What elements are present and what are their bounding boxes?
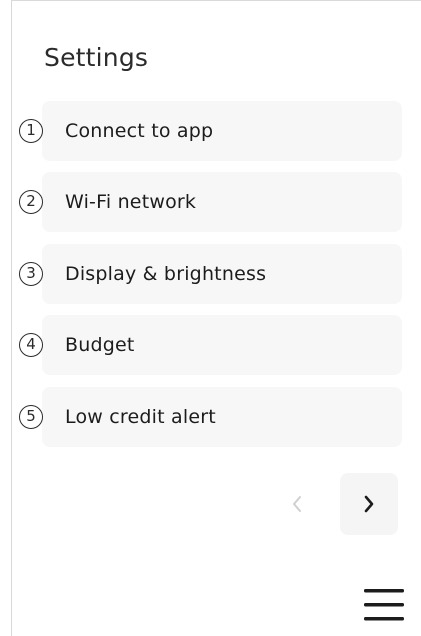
item-number-badge: 4 — [19, 333, 43, 357]
chevron-left-icon — [293, 496, 301, 512]
settings-screen: Settings 1 Connect to app 2 Wi-Fi networ… — [11, 0, 421, 636]
menu-item-connect-to-app[interactable]: 1 Connect to app — [19, 101, 402, 161]
menu-item-budget[interactable]: 4 Budget — [19, 315, 402, 375]
item-number-badge: 2 — [19, 190, 43, 214]
menu-item-wifi-network[interactable]: 2 Wi-Fi network — [19, 172, 402, 232]
item-number-badge: 5 — [19, 405, 43, 429]
menu-item-display-brightness[interactable]: 3 Display & brightness — [19, 244, 402, 304]
hamburger-menu-button[interactable] — [362, 587, 406, 627]
menu-item-label: Budget — [65, 334, 135, 356]
menu-item-label: Display & brightness — [65, 263, 267, 285]
next-page-button[interactable] — [340, 473, 398, 535]
hamburger-menu-icon — [364, 589, 404, 621]
menu-item-label: Wi-Fi network — [65, 191, 197, 213]
item-number-badge: 3 — [19, 262, 43, 286]
menu-item-label: Low credit alert — [65, 406, 216, 428]
menu-item-low-credit-alert[interactable]: 5 Low credit alert — [19, 387, 402, 447]
menu-item-label: Connect to app — [65, 120, 214, 142]
item-number-badge: 1 — [19, 119, 43, 143]
page-title: Settings — [44, 43, 149, 72]
previous-page-button[interactable] — [268, 473, 326, 535]
chevron-right-icon — [364, 495, 374, 513]
